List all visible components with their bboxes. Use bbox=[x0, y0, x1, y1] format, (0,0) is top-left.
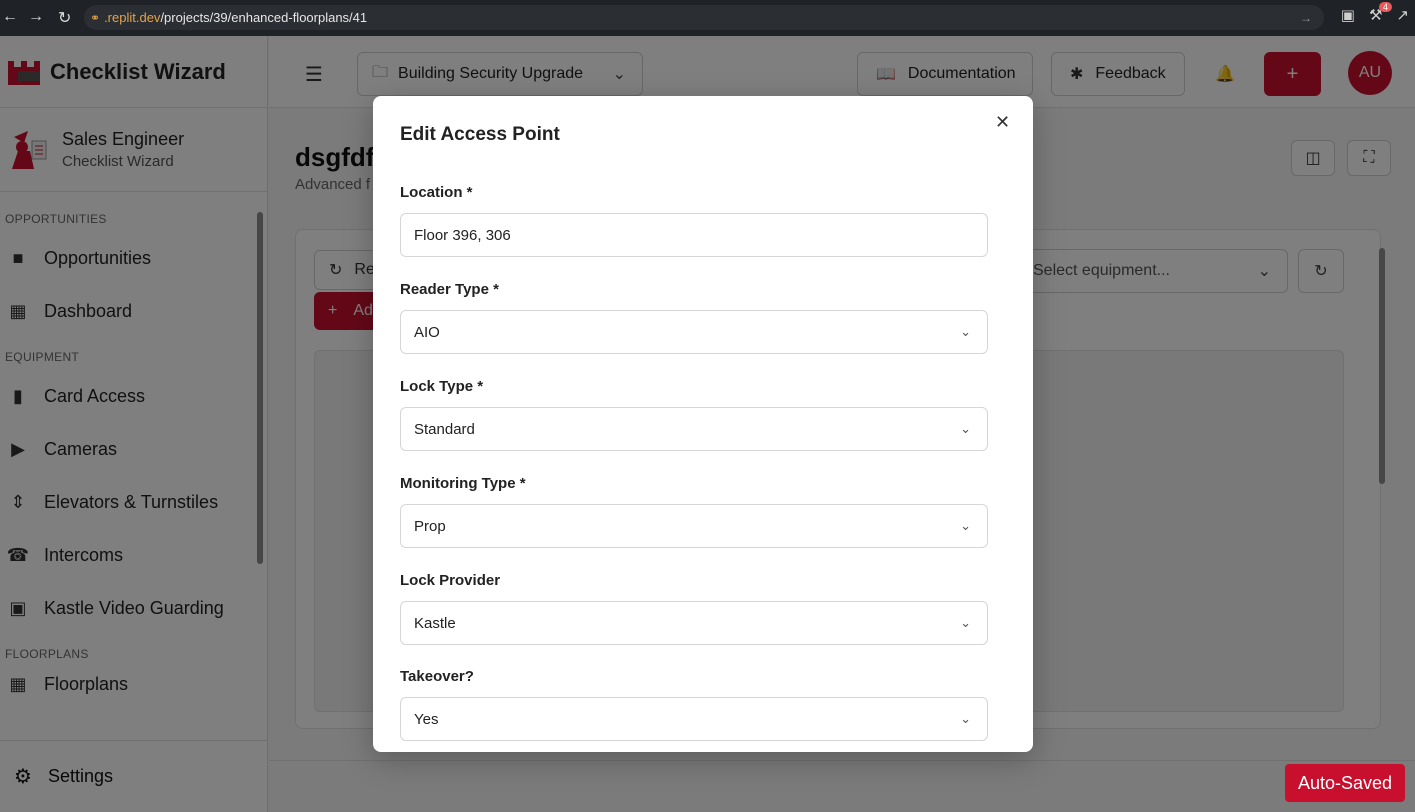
edit-access-point-dialog: Edit Access Point ✕ Location * Reader Ty… bbox=[373, 96, 1033, 752]
url-path: /projects/39/enhanced-floorplans/41 bbox=[160, 10, 368, 25]
back-icon[interactable]: ← bbox=[2, 8, 18, 26]
reader-type-value: AIO bbox=[414, 323, 440, 341]
close-icon[interactable]: ✕ bbox=[995, 112, 1010, 133]
browser-toolbar: ← → ↻ ⚭ .replit.dev/projects/39/enhanced… bbox=[0, 0, 1415, 36]
dialog-title: Edit Access Point bbox=[400, 124, 560, 145]
takeover-label: Takeover? bbox=[400, 668, 474, 685]
chevron-down-icon: ⌄ bbox=[960, 421, 971, 436]
address-bar[interactable]: ⚭ .replit.dev/projects/39/enhanced-floor… bbox=[84, 5, 1324, 30]
external-link-icon[interactable]: ↗ bbox=[1396, 6, 1409, 24]
takeover-select[interactable]: Yes ⌄ bbox=[400, 697, 988, 741]
location-field[interactable] bbox=[400, 213, 988, 257]
lock-type-value: Standard bbox=[414, 420, 475, 438]
reader-type-select[interactable]: AIO ⌄ bbox=[400, 310, 988, 354]
forward-icon[interactable]: → bbox=[28, 8, 44, 26]
monitoring-type-select[interactable]: Prop ⌄ bbox=[400, 504, 988, 548]
monitoring-type-value: Prop bbox=[414, 517, 446, 535]
chevron-down-icon: ⌄ bbox=[960, 615, 971, 630]
extensions-icon[interactable]: ⚒ 4 bbox=[1369, 2, 1392, 24]
go-icon[interactable]: → bbox=[1300, 11, 1312, 25]
reload-icon[interactable]: ↻ bbox=[58, 8, 71, 28]
monitoring-type-label: Monitoring Type * bbox=[400, 475, 526, 492]
autosaved-badge: Auto-Saved bbox=[1285, 764, 1405, 802]
lock-provider-label: Lock Provider bbox=[400, 572, 501, 589]
url-domain: .replit.dev bbox=[104, 10, 161, 25]
location-label: Location * bbox=[400, 184, 473, 201]
extensions-badge: 4 bbox=[1378, 2, 1392, 12]
monitor-icon[interactable]: ▣ bbox=[1341, 6, 1355, 24]
link-icon: ⚭ bbox=[90, 10, 101, 25]
lock-type-select[interactable]: Standard ⌄ bbox=[400, 407, 988, 451]
chevron-down-icon: ⌄ bbox=[960, 518, 971, 533]
lock-type-label: Lock Type * bbox=[400, 378, 484, 395]
chevron-down-icon: ⌄ bbox=[960, 324, 971, 339]
location-input[interactable] bbox=[414, 226, 987, 244]
lock-provider-value: Kastle bbox=[414, 614, 456, 632]
takeover-value: Yes bbox=[414, 710, 439, 728]
lock-provider-select[interactable]: Kastle ⌄ bbox=[400, 601, 988, 645]
chevron-down-icon: ⌄ bbox=[960, 711, 971, 726]
reader-type-label: Reader Type * bbox=[400, 281, 499, 298]
